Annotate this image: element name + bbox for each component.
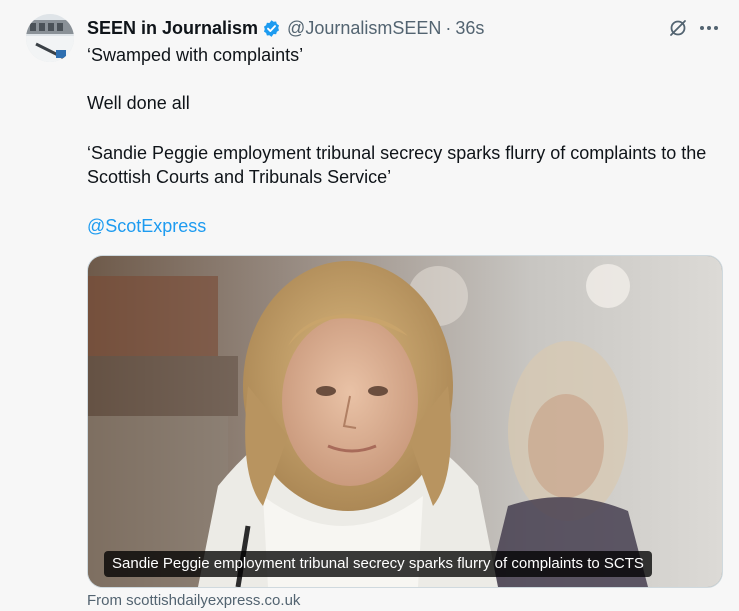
tweet-text-line: ‘Sandie Peggie employment tribunal secre… (87, 143, 707, 187)
verified-badge-icon (262, 19, 281, 38)
timestamp[interactable]: 36s (455, 17, 484, 39)
link-card-image[interactable]: Sandie Peggie employment tribunal secrec… (87, 255, 723, 588)
card-source[interactable]: From scottishdailyexpress.co.uk (87, 591, 300, 611)
grok-icon[interactable] (667, 17, 689, 39)
news-photo (88, 256, 722, 587)
tweet-header: SEEN in Journalism @JournalismSEEN · 36s (87, 17, 484, 39)
mention-link[interactable]: @ScotExpress (87, 214, 727, 238)
user-handle[interactable]: @JournalismSEEN (287, 17, 441, 39)
tweet-text-line: ‘Swamped with complaints’ (87, 45, 304, 65)
avatar[interactable] (26, 14, 74, 62)
more-options-icon[interactable] (697, 17, 721, 39)
card-caption: Sandie Peggie employment tribunal secrec… (104, 551, 652, 577)
avatar-image (26, 14, 74, 62)
tweet-text-line: Well done all (87, 93, 190, 113)
display-name[interactable]: SEEN in Journalism (87, 17, 258, 39)
separator-dot: · (445, 18, 452, 38)
tweet[interactable]: SEEN in Journalism @JournalismSEEN · 36s… (0, 0, 739, 609)
